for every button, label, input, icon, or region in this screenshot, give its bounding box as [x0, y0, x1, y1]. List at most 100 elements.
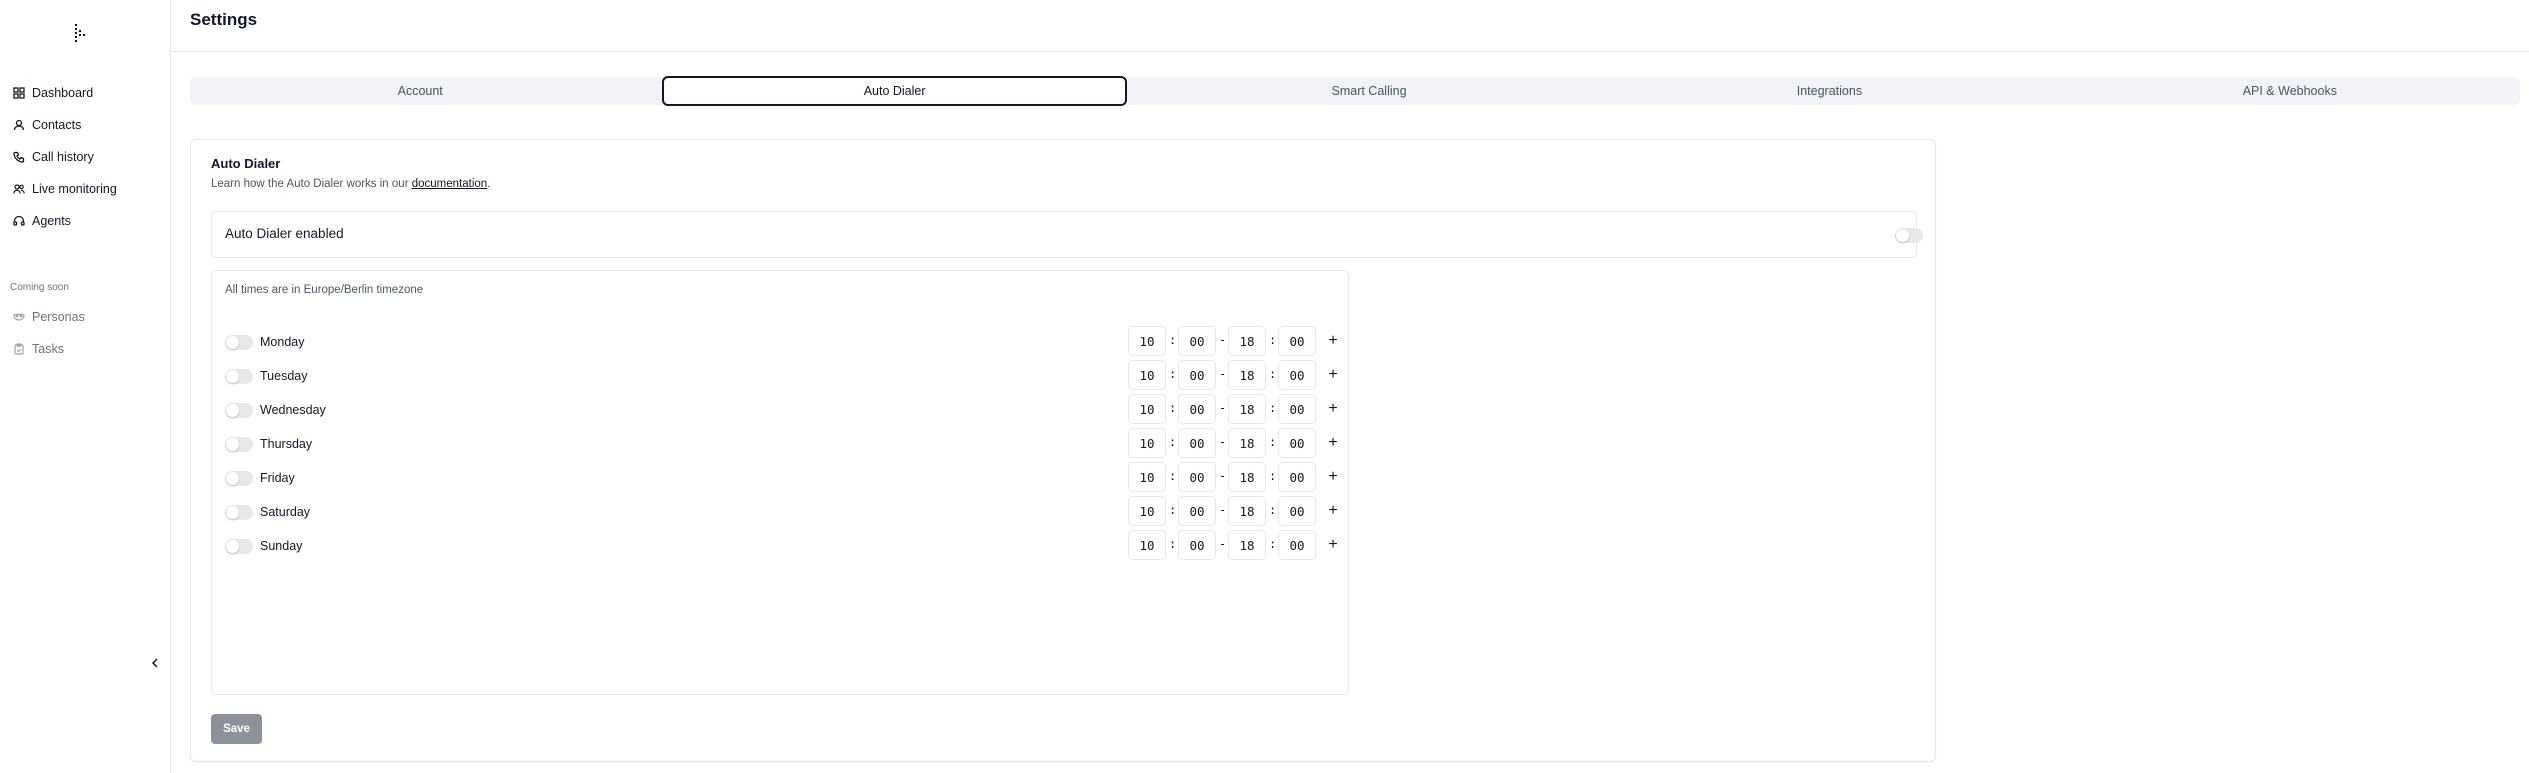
add-time-slot-button[interactable]: +	[1324, 534, 1342, 556]
time-colon: :	[1169, 333, 1177, 347]
end-minute-input[interactable]: 00	[1278, 394, 1316, 424]
app-logo[interactable]	[73, 22, 87, 44]
day-toggle[interactable]	[225, 539, 253, 554]
sidebar-item-dashboard[interactable]: Dashboard	[0, 79, 170, 107]
page-header: Settings	[171, 0, 2529, 52]
end-minute-input[interactable]: 00	[1278, 530, 1316, 560]
sidebar-item-label: Dashboard	[32, 86, 94, 100]
add-time-slot-button[interactable]: +	[1324, 500, 1342, 522]
time-colon: :	[1269, 537, 1277, 551]
sidebar-item-live-monitoring[interactable]: Live monitoring	[0, 175, 170, 203]
day-row-sunday: Sunday 10:00-18:00 +	[212, 530, 1348, 562]
add-time-slot-button[interactable]: +	[1324, 364, 1342, 386]
sidebar-item-agents[interactable]: Agents	[0, 207, 170, 235]
chevron-left-icon	[151, 655, 159, 673]
day-toggle[interactable]	[225, 505, 253, 520]
save-button[interactable]: Save	[211, 714, 262, 744]
sidebar-item-tasks[interactable]: Tasks	[0, 335, 170, 363]
day-name: Thursday	[260, 437, 313, 451]
end-hour-input[interactable]: 18	[1228, 496, 1266, 526]
start-minute-input[interactable]: 00	[1178, 428, 1216, 458]
start-minute-input[interactable]: 00	[1178, 496, 1216, 526]
start-hour-input[interactable]: 10	[1128, 462, 1166, 492]
day-row-saturday: Saturday 10:00-18:00 +	[212, 496, 1348, 528]
range-dash: -	[1219, 503, 1227, 517]
end-hour-input[interactable]: 18	[1228, 394, 1266, 424]
mask-icon	[12, 310, 26, 324]
end-minute-input[interactable]: 00	[1278, 428, 1316, 458]
day-toggle[interactable]	[225, 369, 253, 384]
add-time-slot-button[interactable]: +	[1324, 330, 1342, 352]
day-toggle[interactable]	[225, 335, 253, 350]
tab-account[interactable]: Account	[190, 77, 650, 105]
start-minute-input[interactable]: 00	[1178, 530, 1216, 560]
headset-icon	[12, 214, 26, 228]
tab-auto-dialer[interactable]: Auto Dialer	[662, 76, 1127, 106]
add-time-slot-button[interactable]: +	[1324, 466, 1342, 488]
day-toggle[interactable]	[225, 437, 253, 452]
auto-dialer-enabled-toggle[interactable]	[1895, 228, 1923, 243]
day-row-wednesday: Wednesday 10:00-18:00 +	[212, 394, 1348, 426]
tab-integrations[interactable]: Integrations	[1599, 77, 2059, 105]
card-description: Learn how the Auto Dialer works in our d…	[211, 178, 490, 190]
day-toggle[interactable]	[225, 471, 253, 486]
end-minute-input[interactable]: 00	[1278, 496, 1316, 526]
add-time-slot-button[interactable]: +	[1324, 432, 1342, 454]
range-dash: -	[1219, 401, 1227, 415]
end-minute-input[interactable]: 00	[1278, 360, 1316, 390]
start-minute-input[interactable]: 00	[1178, 326, 1216, 356]
timezone-note: All times are in Europe/Berlin timezone	[225, 284, 424, 296]
start-minute-input[interactable]: 00	[1178, 394, 1216, 424]
sidebar-item-contacts[interactable]: Contacts	[0, 111, 170, 139]
end-hour-input[interactable]: 18	[1228, 428, 1266, 458]
end-hour-input[interactable]: 18	[1228, 360, 1266, 390]
range-dash: -	[1219, 333, 1227, 347]
add-time-slot-button[interactable]: +	[1324, 398, 1342, 420]
time-colon: :	[1169, 367, 1177, 381]
start-hour-input[interactable]: 10	[1128, 360, 1166, 390]
tab-smart-calling[interactable]: Smart Calling	[1139, 77, 1599, 105]
tab-api-webhooks[interactable]: API & Webhooks	[2060, 77, 2520, 105]
page-title: Settings	[190, 10, 258, 29]
day-name: Monday	[260, 335, 305, 349]
range-dash: -	[1219, 469, 1227, 483]
time-colon: :	[1269, 333, 1277, 347]
description-text: Learn how the Auto Dialer works in our	[211, 178, 412, 190]
collapse-sidebar-button[interactable]	[148, 657, 162, 671]
range-dash: -	[1219, 537, 1227, 551]
day-name: Sunday	[260, 539, 303, 553]
time-colon: :	[1269, 469, 1277, 483]
card-title: Auto Dialer	[211, 156, 281, 171]
sidebar-item-personas[interactable]: Personas	[0, 303, 170, 331]
end-minute-input[interactable]: 00	[1278, 326, 1316, 356]
end-hour-input[interactable]: 18	[1228, 326, 1266, 356]
start-minute-input[interactable]: 00	[1178, 360, 1216, 390]
start-hour-input[interactable]: 10	[1128, 530, 1166, 560]
time-colon: :	[1169, 469, 1177, 483]
range-dash: -	[1219, 367, 1227, 381]
start-hour-input[interactable]: 10	[1128, 496, 1166, 526]
day-toggle[interactable]	[225, 403, 253, 418]
schedule-panel: All times are in Europe/Berlin timezone …	[211, 270, 1349, 695]
sidebar-item-label: Agents	[32, 214, 71, 228]
time-colon: :	[1269, 435, 1277, 449]
start-hour-input[interactable]: 10	[1128, 428, 1166, 458]
sidebar-item-call-history[interactable]: Call history	[0, 143, 170, 171]
time-colon: :	[1169, 401, 1177, 415]
grid-icon	[12, 86, 26, 100]
start-hour-input[interactable]: 10	[1128, 326, 1166, 356]
start-hour-input[interactable]: 10	[1128, 394, 1166, 424]
end-hour-input[interactable]: 18	[1228, 530, 1266, 560]
end-hour-input[interactable]: 18	[1228, 462, 1266, 492]
user-icon	[12, 118, 26, 132]
time-colon: :	[1269, 367, 1277, 381]
time-colon: :	[1169, 537, 1177, 551]
range-dash: -	[1219, 435, 1227, 449]
day-name: Saturday	[260, 505, 311, 519]
phone-icon	[12, 150, 26, 164]
day-row-monday: Monday 10:00-18:00 +	[212, 326, 1348, 358]
end-minute-input[interactable]: 00	[1278, 462, 1316, 492]
time-colon: :	[1269, 401, 1277, 415]
documentation-link[interactable]: documentation	[412, 178, 487, 190]
start-minute-input[interactable]: 00	[1178, 462, 1216, 492]
